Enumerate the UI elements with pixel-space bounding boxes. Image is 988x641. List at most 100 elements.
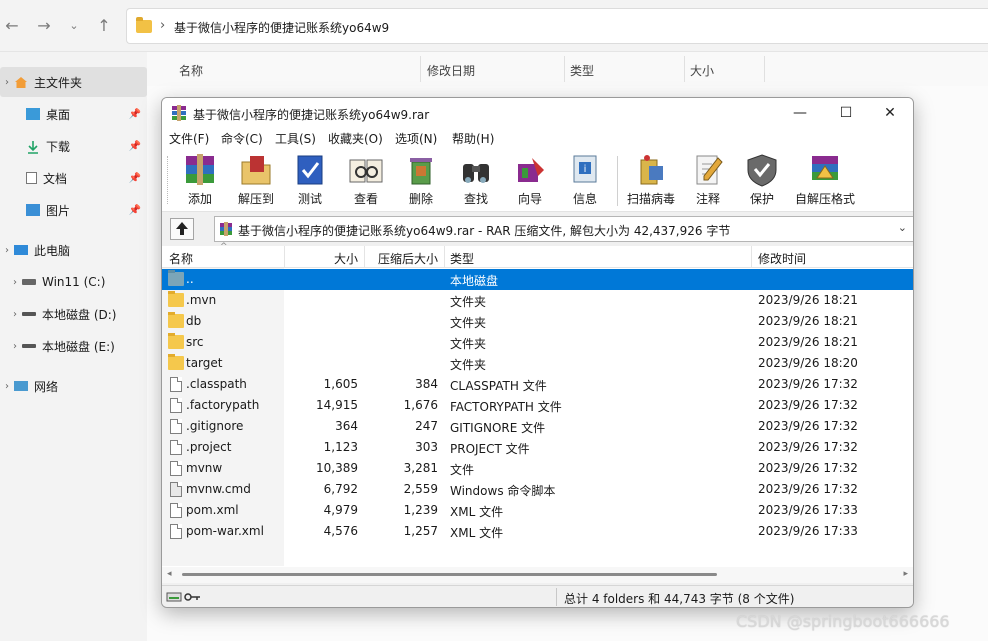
column-packed[interactable]: 压缩后大小 <box>366 250 438 267</box>
column-type[interactable]: 类型 <box>450 250 474 267</box>
chevron-right-icon[interactable]: › <box>8 341 22 352</box>
winrar-window: 基于微信小程序的便捷记账系统yo64w9.rar — ☐ ✕ 文件(F) 命令(… <box>161 97 914 608</box>
column-divider[interactable] <box>751 246 752 268</box>
table-row[interactable]: db 文件夹 2023/9/26 18:21 <box>162 311 913 332</box>
add-button[interactable]: 添加 <box>170 152 230 210</box>
menu-options[interactable]: 选项(N) <box>395 130 437 147</box>
menu-file[interactable]: 文件(F) <box>169 130 209 147</box>
menu-commands[interactable]: 命令(C) <box>221 130 263 147</box>
sidebar-item-drive-d[interactable]: › 本地磁盘 (D:) <box>0 299 147 329</box>
drive-key-icon[interactable] <box>166 591 202 603</box>
find-button[interactable]: 查找 <box>446 152 506 210</box>
table-row[interactable]: src 文件夹 2023/9/26 18:21 <box>162 332 913 353</box>
back-arrow-icon[interactable]: ← <box>0 14 24 38</box>
scroll-left-arrow-icon[interactable]: ◂ <box>167 569 172 579</box>
table-row[interactable]: mvnw 10,389 3,281 文件 2023/9/26 17:32 <box>162 458 913 479</box>
close-icon[interactable]: ✕ <box>867 98 913 128</box>
sidebar-item-drive-e[interactable]: › 本地磁盘 (E:) <box>0 331 147 361</box>
horizontal-scrollbar[interactable]: ◂ ▸ <box>162 567 913 583</box>
menu-favorites[interactable]: 收藏夹(O) <box>328 130 383 147</box>
cell-modified: 2023/9/26 17:32 <box>758 419 858 433</box>
forward-arrow-icon[interactable]: → <box>32 14 56 38</box>
info-button[interactable]: i 信息 <box>555 152 615 210</box>
sidebar-item-desktop[interactable]: 桌面 📌 <box>0 99 147 129</box>
wizard-button[interactable]: 向导 <box>500 152 560 210</box>
folder-icon <box>168 270 184 286</box>
column-divider[interactable] <box>284 246 285 268</box>
sidebar-item-this-pc[interactable]: › 此电脑 <box>0 235 147 265</box>
explorer-address-bar[interactable]: › 基于微信小程序的便捷记账系统yo64w9 <box>126 8 988 44</box>
menu-help[interactable]: 帮助(H) <box>452 130 494 147</box>
cell-packed: 1,257 <box>403 524 438 538</box>
column-type[interactable]: 类型 <box>570 62 594 79</box>
table-row[interactable]: .. 本地磁盘 <box>162 269 913 290</box>
column-name[interactable]: 名称 <box>179 62 203 79</box>
history-chevron-icon[interactable]: ⌄ <box>62 14 86 38</box>
scrollbar-thumb[interactable] <box>182 573 717 576</box>
chevron-down-icon[interactable]: ⌄ <box>898 221 907 234</box>
protect-button[interactable]: 保护 <box>732 152 792 210</box>
extract-to-button[interactable]: 解压到 <box>226 152 286 210</box>
toolbar-grip[interactable] <box>167 156 169 204</box>
table-row[interactable]: .classpath 1,605 384 CLASSPATH 文件 2023/9/26 … <box>162 374 913 395</box>
sfx-button[interactable]: 自解压格式 <box>792 152 858 210</box>
view-button[interactable]: 查看 <box>336 152 396 210</box>
minimize-icon[interactable]: — <box>777 98 823 128</box>
archive-path-box[interactable]: 基于微信小程序的便捷记账系统yo64w9.rar - RAR 压缩文件, 解包大… <box>214 216 913 242</box>
cell-size: 1,123 <box>323 440 358 454</box>
up-arrow-icon[interactable]: ↑ <box>92 14 116 38</box>
table-row[interactable]: mvnw.cmd 6,792 2,559 Windows 命令脚本 2023/9/26 … <box>162 479 913 500</box>
table-row[interactable]: .gitignore 364 247 GITIGNORE 文件 2023/9/26 17… <box>162 416 913 437</box>
comment-button[interactable]: 注释 <box>678 152 738 210</box>
cell-type: XML 文件 <box>450 505 504 519</box>
up-one-level-button[interactable] <box>170 218 194 240</box>
virus-scan-button[interactable]: 扫描病毒 <box>620 152 682 210</box>
sidebar-item-drive-c[interactable]: › Win11 (C:) <box>0 267 147 297</box>
wizard-label: 向导 <box>517 192 542 206</box>
delete-button[interactable]: 删除 <box>391 152 451 210</box>
chevron-right-icon[interactable]: › <box>0 381 14 392</box>
cell-size: 4,979 <box>323 503 358 517</box>
sfx-archive-icon <box>805 152 845 188</box>
sidebar-item-downloads[interactable]: 下载 📌 <box>0 131 147 161</box>
menu-tools[interactable]: 工具(S) <box>275 130 316 147</box>
table-row[interactable]: target 文件夹 2023/9/26 18:20 <box>162 353 913 374</box>
breadcrumb[interactable]: 基于微信小程序的便捷记账系统yo64w9 <box>174 19 389 36</box>
sidebar-item-home[interactable]: › 主文件夹 <box>0 67 147 97</box>
sidebar-item-label: 图片 <box>46 203 71 218</box>
folder-icon <box>168 354 184 370</box>
table-row[interactable]: .factorypath 14,915 1,676 FACTORYPATH 文件 202… <box>162 395 913 416</box>
sidebar-item-label: 本地磁盘 (D:) <box>42 307 117 322</box>
chevron-right-icon[interactable]: › <box>8 277 22 288</box>
column-divider[interactable] <box>684 56 685 82</box>
test-button[interactable]: 测试 <box>280 152 340 210</box>
table-row[interactable]: .mvn 文件夹 2023/9/26 18:21 <box>162 290 913 311</box>
scroll-right-arrow-icon[interactable]: ▸ <box>903 569 908 579</box>
column-divider[interactable] <box>564 56 565 82</box>
cell-name: .factorypath <box>186 398 260 412</box>
sidebar-item-pictures[interactable]: 图片 📌 <box>0 195 147 225</box>
maximize-icon[interactable]: ☐ <box>823 98 869 128</box>
column-modified[interactable]: 修改时间 <box>758 250 806 267</box>
folder-icon <box>168 312 184 328</box>
delete-trash-icon <box>401 152 441 188</box>
cell-name: mvnw <box>186 461 223 475</box>
column-name[interactable]: 名称 <box>169 250 193 267</box>
column-divider[interactable] <box>764 56 765 82</box>
sidebar-item-network[interactable]: › 网络 <box>0 371 147 401</box>
chevron-right-icon[interactable]: › <box>0 77 14 88</box>
column-divider[interactable] <box>364 246 365 268</box>
column-divider[interactable] <box>444 246 445 268</box>
sidebar-item-documents[interactable]: 文档 📌 <box>0 163 147 193</box>
table-row[interactable]: .project 1,123 303 PROJECT 文件 2023/9/26 17:3… <box>162 437 913 458</box>
title-bar[interactable]: 基于微信小程序的便捷记账系统yo64w9.rar — ☐ ✕ <box>162 98 913 128</box>
chevron-right-icon[interactable]: › <box>8 309 22 320</box>
table-row[interactable]: pom.xml 4,979 1,239 XML 文件 2023/9/26 17:33 <box>162 500 913 521</box>
chevron-right-icon[interactable]: › <box>0 245 14 256</box>
column-size[interactable]: 大小 <box>286 250 358 267</box>
column-divider[interactable] <box>420 56 421 82</box>
column-size[interactable]: 大小 <box>690 62 714 79</box>
column-modified[interactable]: 修改日期 <box>427 62 475 79</box>
table-row[interactable]: pom-war.xml 4,576 1,257 XML 文件 2023/9/26 17:… <box>162 521 913 542</box>
view-book-icon <box>346 152 386 188</box>
